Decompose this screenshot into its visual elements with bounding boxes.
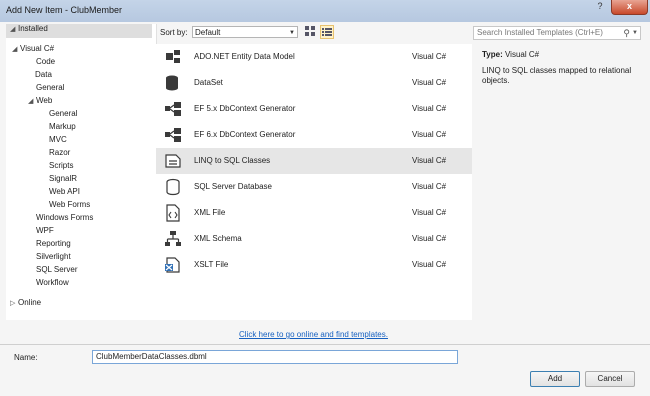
tree-item-scripts[interactable]: Scripts [49, 161, 73, 170]
tree-item-web[interactable]: ◢ Web [28, 96, 52, 105]
xslt-file-icon [165, 257, 180, 273]
name-label: Name: [14, 353, 38, 362]
template-row-entity-model[interactable]: ADO.NET Entity Data Model Visual C# [156, 44, 472, 70]
small-icons-view-button[interactable] [303, 25, 317, 39]
template-row-ef6-generator[interactable]: EF 6.x DbContext Generator Visual C# [156, 122, 472, 148]
tree-item-visual-csharp[interactable]: ◢ Visual C# [12, 44, 54, 53]
database-icon [166, 178, 180, 196]
template-description: LINQ to SQL classes mapped to relational… [482, 66, 632, 85]
type-row: Type: Visual C# [482, 50, 539, 59]
expanded-arrow-icon: ◢ [28, 98, 34, 105]
tree-item-mvc[interactable]: MVC [49, 135, 67, 144]
chevron-down-icon: ▼ [632, 30, 638, 36]
expanded-arrow-icon: ◢ [12, 46, 18, 53]
template-row-linq-to-sql[interactable]: LINQ to SQL Classes Visual C# [156, 148, 472, 174]
type-value: Visual C# [504, 50, 540, 59]
tree-item-web-general[interactable]: General [49, 109, 77, 118]
search-templates-input[interactable]: Search Installed Templates (Ctrl+E) ⚲ ▼ [473, 26, 641, 40]
sort-by-label: Sort by: [160, 28, 188, 37]
tree-item-reporting[interactable]: Reporting [36, 239, 71, 248]
divider [0, 344, 650, 345]
title-bar: Add New Item - ClubMember ? x [0, 0, 650, 23]
window-title: Add New Item - ClubMember [6, 5, 123, 15]
tree-item-web-api[interactable]: Web API [49, 187, 80, 196]
tree-installed-header[interactable]: ◢ Installed [6, 24, 152, 38]
collapsed-arrow-icon: ▷ [10, 300, 16, 307]
help-button[interactable]: ? [593, 1, 607, 13]
tree-item-windows-forms[interactable]: Windows Forms [36, 213, 93, 222]
details-pane: Type: Visual C# LINQ to SQL classes mapp… [474, 44, 644, 320]
list-view-icon [322, 28, 332, 36]
entity-model-icon [166, 50, 180, 63]
tree-item-silverlight[interactable]: Silverlight [36, 252, 71, 261]
template-row-xslt-file[interactable]: XSLT File Visual C# [156, 252, 472, 278]
tree-item-razor[interactable]: Razor [49, 148, 70, 157]
cancel-button[interactable]: Cancel [585, 371, 635, 387]
tree-item-data[interactable]: Data [35, 70, 52, 79]
tree-online-header[interactable]: ▷ Online [10, 298, 41, 307]
chevron-down-icon: ▼ [289, 30, 295, 36]
template-tree: ◢ Installed ◢ Visual C# Code Data General … [6, 24, 157, 320]
template-row-dataset[interactable]: DataSet Visual C# [156, 70, 472, 96]
grid-view-icon [305, 26, 315, 36]
generator-icon [165, 128, 181, 142]
name-input[interactable]: ClubMemberDataClasses.dbml [92, 350, 458, 364]
template-row-xml-file[interactable]: XML File Visual C# [156, 200, 472, 226]
type-label: Type: [482, 50, 503, 59]
xml-file-icon [166, 204, 180, 222]
template-list: ADO.NET Entity Data Model Visual C# Data… [156, 44, 472, 320]
close-button[interactable]: x [611, 0, 648, 15]
tree-item-code[interactable]: Code [36, 57, 55, 66]
find-templates-online-link[interactable]: Click here to go online and find templat… [239, 330, 388, 339]
tree-item-general[interactable]: General [36, 83, 64, 92]
search-icon: ⚲ [623, 28, 630, 38]
tree-item-markup[interactable]: Markup [49, 122, 76, 131]
xml-schema-icon [165, 231, 181, 246]
template-row-ef5-generator[interactable]: EF 5.x DbContext Generator Visual C# [156, 96, 472, 122]
tree-item-signalr[interactable]: SignalR [49, 174, 77, 183]
tree-item-sql-server[interactable]: SQL Server [36, 265, 78, 274]
tree-item-workflow[interactable]: Workflow [36, 278, 69, 287]
sort-by-select[interactable]: Default ▼ [192, 26, 298, 38]
expanded-arrow-icon: ◢ [10, 26, 16, 33]
tree-item-web-forms[interactable]: Web Forms [49, 200, 90, 209]
tree-item-wpf[interactable]: WPF [36, 226, 54, 235]
generator-icon [165, 102, 181, 116]
template-row-xml-schema[interactable]: XML Schema Visual C# [156, 226, 472, 252]
linq-icon [165, 154, 181, 168]
template-row-sql-server-database[interactable]: SQL Server Database Visual C# [156, 174, 472, 200]
database-icon [166, 75, 178, 91]
list-view-button[interactable] [320, 25, 334, 39]
add-button[interactable]: Add [530, 371, 580, 387]
